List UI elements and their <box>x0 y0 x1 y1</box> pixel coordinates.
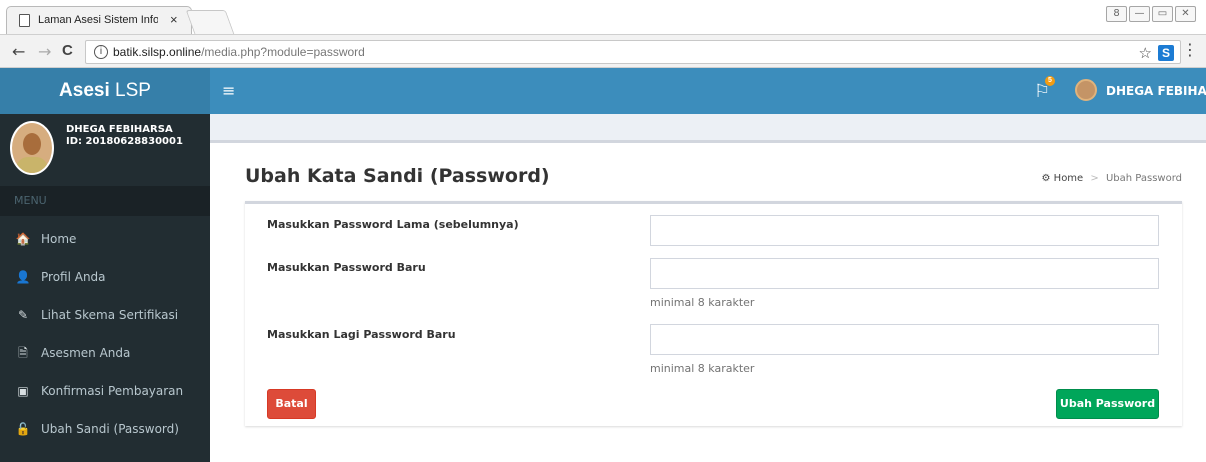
tab-title: Laman Asesi Sistem Inform <box>38 14 158 26</box>
brand-bold: Asesi <box>59 80 110 101</box>
confirm-password-label: Masukkan Lagi Password Baru <box>267 328 456 341</box>
change-password-button[interactable]: Ubah Password <box>1056 389 1159 419</box>
page-icon <box>19 14 30 27</box>
new-tab-button[interactable] <box>185 10 235 34</box>
confirm-password-input[interactable] <box>650 324 1159 355</box>
close-window-button[interactable]: ✕ <box>1175 6 1196 22</box>
notification-badge: 5 <box>1045 76 1055 86</box>
forward-icon[interactable]: → <box>38 42 51 61</box>
old-password-input[interactable] <box>650 215 1159 246</box>
menu-header: MENU <box>0 186 210 216</box>
sidebar-item-asesmen[interactable]: 🗎 Asesmen Anda <box>0 334 210 372</box>
breadcrumb: ⚙ Home > Ubah Password <box>1042 173 1182 184</box>
sidebar-item-skema[interactable]: ✎ Lihat Skema Sertifikasi <box>0 296 210 334</box>
maximize-button[interactable]: ▭ <box>1152 6 1173 22</box>
sidebar-avatar <box>10 121 54 175</box>
reload-icon[interactable]: C <box>62 42 73 59</box>
extension-icon[interactable]: S <box>1158 45 1174 61</box>
new-password-help: minimal 8 karakter <box>650 296 755 309</box>
minimize-button[interactable]: — <box>1129 6 1150 22</box>
sidebar-item-profil[interactable]: 👤 Profil Anda <box>0 258 210 296</box>
breadcrumb-separator: > <box>1090 173 1099 184</box>
app-header: Asesi LSP ≡ ⚐ 5 DHEGA FEBIHARSA <box>0 68 1206 114</box>
new-password-label: Masukkan Password Baru <box>267 261 426 274</box>
sidebar-item-label: Profil Anda <box>41 270 106 284</box>
browser-toolbar: ← → C i batik.silsp.online/media.php?mod… <box>0 34 1206 68</box>
browser-tab[interactable]: Laman Asesi Sistem Inform × <box>6 6 192 34</box>
sidebar-item-password[interactable]: 🔓 Ubah Sandi (Password) <box>0 410 210 448</box>
browser-tab-bar: Laman Asesi Sistem Inform × 8 — ▭ ✕ <box>0 0 1206 34</box>
user-panel: DHEGA FEBIHARSA ID: 20180628830001 <box>0 114 210 186</box>
content-wrapper: Ubah Kata Sandi (Password) ⚙ Home > Ubah… <box>210 114 1206 462</box>
confirm-password-help: minimal 8 karakter <box>650 362 755 375</box>
page-title: Ubah Kata Sandi (Password) <box>245 165 550 187</box>
sidebar: DHEGA FEBIHARSA ID: 20180628830001 MENU … <box>0 114 210 462</box>
browser-menu-icon[interactable]: ⋮ <box>1182 42 1198 58</box>
document-icon: 🗎 <box>18 346 28 360</box>
user-icon: 👤 <box>15 270 31 284</box>
sidebar-user-id: ID: 20180628830001 <box>66 136 183 147</box>
main-content: Ubah Kata Sandi (Password) ⚙ Home > Ubah… <box>210 143 1206 462</box>
sidebar-item-label: Asesmen Anda <box>41 346 131 360</box>
password-form: Masukkan Password Lama (sebelumnya) Masu… <box>245 201 1182 426</box>
header-avatar[interactable] <box>1075 79 1097 101</box>
window-controls: 8 — ▭ ✕ <box>1104 6 1196 22</box>
bookmark-star-icon[interactable]: ☆ <box>1139 44 1152 62</box>
old-password-label: Masukkan Password Lama (sebelumnya) <box>267 218 519 231</box>
dashboard-icon: ⚙ <box>1041 173 1051 184</box>
url-text: batik.silsp.online/media.php?module=pass… <box>113 45 365 59</box>
back-icon[interactable]: ← <box>12 42 25 61</box>
edit-icon: ✎ <box>17 308 29 322</box>
sidebar-item-home[interactable]: 🏠 Home <box>0 220 210 258</box>
money-icon: ▣ <box>17 384 29 398</box>
sidebar-item-label: Lihat Skema Sertifikasi <box>41 308 179 322</box>
sidebar-item-label: Home <box>41 232 77 246</box>
sidebar-toggle-icon[interactable]: ≡ <box>222 81 235 100</box>
brand-rest: LSP <box>109 80 151 101</box>
header-user-name[interactable]: DHEGA FEBIHARSA <box>1106 84 1206 98</box>
sidebar-item-pembayaran[interactable]: ▣ Konfirmasi Pembayaran <box>0 372 210 410</box>
cancel-button[interactable]: Batal <box>267 389 316 419</box>
tab-close-icon[interactable]: × <box>170 12 178 27</box>
breadcrumb-current: Ubah Password <box>1105 173 1182 184</box>
unlock-icon: 🔓 <box>15 422 31 436</box>
sidebar-item-label: Konfirmasi Pembayaran <box>41 384 184 398</box>
home-icon: 🏠 <box>15 232 31 246</box>
window-user-icon[interactable]: 8 <box>1106 6 1127 22</box>
sidebar-item-label: Ubah Sandi (Password) <box>41 422 179 436</box>
new-password-input[interactable] <box>650 258 1159 289</box>
info-icon[interactable]: i <box>94 45 108 59</box>
brand-logo[interactable]: Asesi LSP <box>0 68 210 114</box>
url-domain: batik.silsp.online <box>113 45 202 59</box>
sidebar-user-name: DHEGA FEBIHARSA <box>66 124 173 135</box>
breadcrumb-home[interactable]: Home <box>1054 173 1084 184</box>
url-path: /media.php?module=password <box>201 45 365 59</box>
address-bar[interactable]: i batik.silsp.online/media.php?module=pa… <box>85 40 1181 64</box>
